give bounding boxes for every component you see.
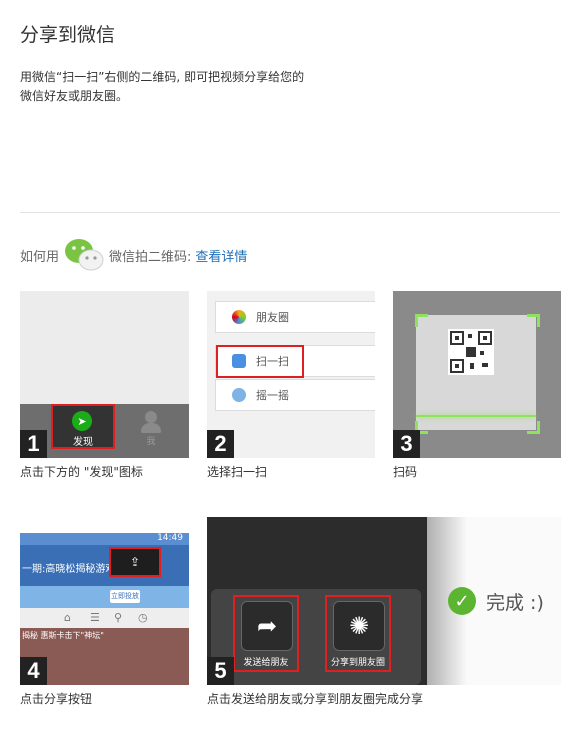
share-to-moments-label: 分享到朋友圈 bbox=[330, 658, 385, 668]
status-time: 14:49 bbox=[157, 533, 183, 543]
divider bbox=[20, 212, 560, 213]
tab-me[interactable]: 我 bbox=[140, 411, 162, 447]
howto-middle: 微信拍二维码: bbox=[109, 249, 192, 265]
toolbar-icons: ⌂ ☰ ⚲ ◷ bbox=[20, 608, 189, 628]
menu-moments-label: 朋友圈 bbox=[256, 311, 289, 324]
clock-icon[interactable]: ◷ bbox=[138, 611, 148, 624]
step-number: 2 bbox=[207, 430, 234, 458]
view-details-link[interactable]: 查看详情 bbox=[195, 246, 247, 265]
search-icon[interactable]: ⚲ bbox=[114, 611, 122, 624]
shake-icon bbox=[232, 388, 246, 402]
ad-button[interactable]: 立即投放 bbox=[110, 590, 140, 603]
send-to-friend-label: 发送给朋友 bbox=[243, 658, 289, 668]
step-1-caption: 点击下方的 "发现"图标 bbox=[20, 465, 143, 479]
menu-icon[interactable]: ☰ bbox=[90, 611, 100, 624]
howto-row: 如何用 微信拍二维码: 查看详情 bbox=[20, 238, 247, 272]
aperture-icon: ✺ bbox=[333, 601, 385, 651]
send-to-friend-button[interactable]: ➦ 发送给朋友 bbox=[233, 595, 299, 672]
step-2-image: 朋友圈 扫一扫 摇一摇 2 bbox=[207, 291, 375, 458]
step-3-caption: 扫码 bbox=[393, 465, 418, 479]
howto-prefix: 如何用 bbox=[20, 249, 60, 265]
menu-shake[interactable]: 摇一摇 bbox=[215, 379, 375, 411]
person-icon bbox=[145, 411, 157, 423]
step-number: 5 bbox=[207, 657, 234, 685]
description-line-2: 微信好友或朋友圈。 bbox=[20, 89, 129, 103]
moments-icon bbox=[232, 310, 246, 324]
tab-me-label: 我 bbox=[146, 437, 156, 447]
menu-shake-label: 摇一摇 bbox=[256, 389, 289, 402]
step-5-image: ➦ 发送给朋友 ✺ 分享到朋友圈 ✓ 完成 :) 5 bbox=[207, 517, 561, 685]
qr-code-icon bbox=[448, 329, 494, 375]
highlight-box bbox=[216, 345, 304, 378]
home-icon[interactable]: ⌂ bbox=[64, 611, 71, 624]
wechat-logo-icon bbox=[63, 238, 105, 272]
step-4-caption: 点击分享按钮 bbox=[20, 692, 93, 706]
menu-moments[interactable]: 朋友圈 bbox=[215, 301, 375, 333]
scan-line bbox=[416, 415, 536, 417]
step-number: 3 bbox=[393, 430, 420, 458]
page-title: 分享到微信 bbox=[20, 24, 116, 46]
done-indicator: ✓ 完成 :) bbox=[448, 586, 544, 616]
done-label: 完成 :) bbox=[486, 591, 544, 614]
check-icon: ✓ bbox=[448, 587, 476, 615]
step-3-image: 3 bbox=[393, 291, 561, 458]
tab-find[interactable]: ➤ 发现 bbox=[51, 404, 115, 449]
video-title-bar: 一期:高晓松揭秘游戏 ... bbox=[20, 545, 189, 586]
share-to-moments-button[interactable]: ✺ 分享到朋友圈 bbox=[325, 595, 391, 672]
share-icon: ⇪ bbox=[129, 555, 141, 569]
step-5-caption: 点击发送给朋友或分享到朋友圈完成分享 bbox=[207, 692, 424, 706]
description-line-1: 用微信“扫一扫”右侧的二维码, 即可把视频分享给您的 bbox=[20, 70, 305, 84]
step-number: 4 bbox=[20, 657, 47, 685]
share-description: 用微信“扫一扫”右侧的二维码, 即可把视频分享给您的 微信好友或朋友圈。 bbox=[20, 68, 380, 106]
step-number: 1 bbox=[20, 430, 47, 458]
forward-icon: ➦ bbox=[241, 601, 293, 651]
video-caption: 揭秘 惠斯卡击下"神坛" bbox=[22, 631, 104, 640]
step-4-image: 14:49 一期:高晓松揭秘游戏 ... ⇪ 立即投放 ⌂ ☰ ⚲ ◷ 揭秘 惠… bbox=[20, 533, 189, 685]
compass-icon: ➤ bbox=[72, 411, 92, 431]
step-2-caption: 选择扫一扫 bbox=[207, 465, 268, 479]
step-1-image: ➤ 发现 我 1 bbox=[20, 291, 189, 458]
tab-find-label: 发现 bbox=[73, 437, 93, 448]
share-button[interactable]: ⇪ bbox=[109, 547, 161, 577]
ad-banner: 立即投放 bbox=[20, 586, 189, 608]
status-bar: 14:49 bbox=[20, 533, 189, 545]
